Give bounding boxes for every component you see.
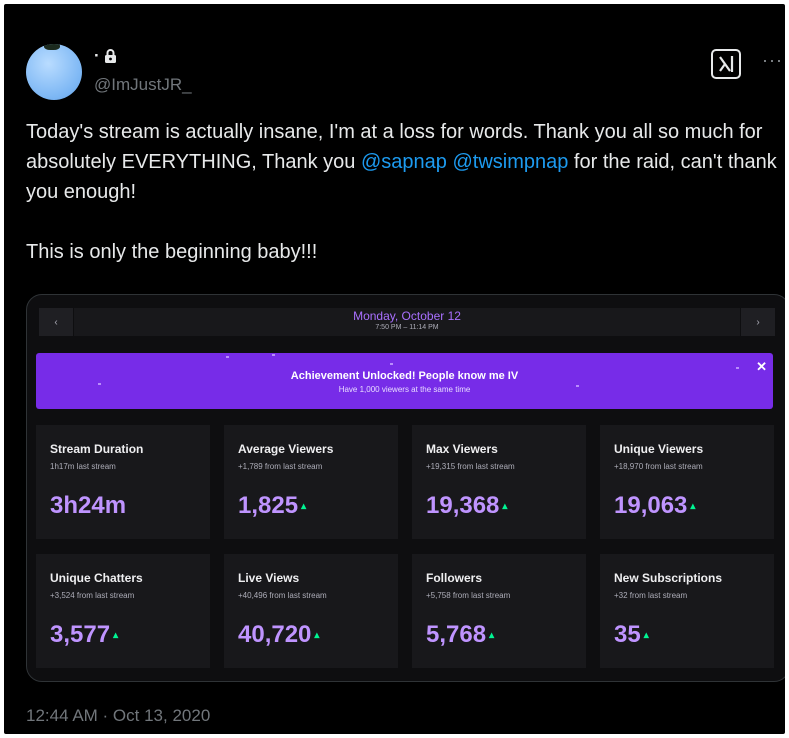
stats-grid: Stream Duration 1h17m last stream 3h24m … xyxy=(36,425,776,669)
stat-value-text: 19,063 xyxy=(614,492,688,519)
grok-icon[interactable] xyxy=(711,49,741,79)
trend-up-icon: ▴ xyxy=(643,630,649,642)
stat-sub: +19,315 from last stream xyxy=(426,462,515,471)
tweet-text-line2: This is only the beginning baby!!! xyxy=(26,241,318,263)
stat-value: 19,063 ▴ xyxy=(614,492,695,520)
trend-up-icon: ▴ xyxy=(489,630,495,642)
trend-up-icon: ▴ xyxy=(690,501,696,513)
stat-label: New Subscriptions xyxy=(614,571,723,585)
stat-value: 1,825 ▴ xyxy=(238,492,306,520)
date-bar: ‹ Monday, October 12 7:50 PM – 11:14 PM … xyxy=(39,308,775,336)
author-row: · xyxy=(94,46,117,66)
mention-link[interactable]: @twsimpnap xyxy=(452,151,568,173)
stat-value-text: 1,825 xyxy=(238,492,299,519)
date-title: Monday, October 12 xyxy=(353,309,461,323)
stat-label: Unique Chatters xyxy=(50,571,143,585)
next-day-button[interactable]: › xyxy=(741,308,775,336)
stat-value-text: 3h24m xyxy=(50,492,127,519)
stat-sub: +40,496 from last stream xyxy=(238,591,327,600)
stat-card: Unique Chatters +3,524 from last stream … xyxy=(36,554,210,668)
stat-card: Live Views +40,496 from last stream 40,7… xyxy=(224,554,398,668)
stat-card: Followers +5,758 from last stream 5,768 ▴ xyxy=(412,554,586,668)
stat-sub: +1,789 from last stream xyxy=(238,462,323,471)
achievement-banner: Achievement Unlocked! People know me IV … xyxy=(36,353,773,409)
tweet-text: Today's stream is actually insane, I'm a… xyxy=(26,117,785,267)
stat-sub: +18,970 from last stream xyxy=(614,462,703,471)
stat-card: Average Viewers +1,789 from last stream … xyxy=(224,425,398,539)
stat-sub: +32 from last stream xyxy=(614,591,688,600)
avatar-decoration xyxy=(44,44,60,50)
author-handle[interactable]: @ImJustJR_ xyxy=(94,75,192,95)
close-icon[interactable]: ✕ xyxy=(756,359,767,375)
stat-sub: +5,758 from last stream xyxy=(426,591,511,600)
lock-icon xyxy=(104,48,117,64)
trend-up-icon: ▴ xyxy=(502,501,508,513)
author-name[interactable]: · xyxy=(94,46,100,66)
stat-value: 40,720 ▴ xyxy=(238,621,319,649)
stat-card: New Subscriptions +32 from last stream 3… xyxy=(600,554,774,668)
stat-value-text: 5,768 xyxy=(426,621,487,648)
banner-subtitle: Have 1,000 viewers at the same time xyxy=(338,385,471,394)
stat-value-text: 35 xyxy=(614,621,641,648)
stat-sub: +3,524 from last stream xyxy=(50,591,135,600)
confetti-dot xyxy=(98,383,101,385)
confetti-dot xyxy=(226,356,229,358)
date-header: Monday, October 12 7:50 PM – 11:14 PM xyxy=(73,308,741,336)
trend-up-icon: ▴ xyxy=(301,501,307,513)
stat-value-text: 19,368 xyxy=(426,492,500,519)
more-icon[interactable]: ··· xyxy=(762,50,783,71)
banner-title: Achievement Unlocked! People know me IV xyxy=(290,370,519,382)
stat-card: Unique Viewers +18,970 from last stream … xyxy=(600,425,774,539)
confetti-dot xyxy=(736,367,739,369)
stat-label: Unique Viewers xyxy=(614,442,704,456)
stat-label: Stream Duration xyxy=(50,442,144,456)
stat-value-text: 40,720 xyxy=(238,621,312,648)
stat-value: 3,577 ▴ xyxy=(50,621,118,649)
avatar[interactable] xyxy=(26,44,82,100)
confetti-dot xyxy=(390,363,393,365)
stat-label: Max Viewers xyxy=(426,442,498,456)
stat-label: Average Viewers xyxy=(238,442,334,456)
stat-card: Max Viewers +19,315 from last stream 19,… xyxy=(412,425,586,539)
trend-up-icon: ▴ xyxy=(113,630,119,642)
tweet-card: · @ImJustJR_ ··· Today's stream is actua… xyxy=(4,4,785,734)
stat-value: 19,368 ▴ xyxy=(426,492,507,520)
stat-value: 3h24m xyxy=(50,492,126,520)
mention-link[interactable]: @sapnap xyxy=(361,151,447,173)
attached-image[interactable]: ‹ Monday, October 12 7:50 PM – 11:14 PM … xyxy=(26,294,785,682)
stat-card: Stream Duration 1h17m last stream 3h24m xyxy=(36,425,210,539)
prev-day-button[interactable]: ‹ xyxy=(39,308,73,336)
stat-value-text: 3,577 xyxy=(50,621,111,648)
stat-value: 35 ▴ xyxy=(614,621,649,649)
stat-sub: 1h17m last stream xyxy=(50,462,116,471)
stat-value: 5,768 ▴ xyxy=(426,621,494,649)
confetti-dot xyxy=(576,385,579,387)
trend-up-icon: ▴ xyxy=(314,630,320,642)
confetti-dot xyxy=(272,354,275,356)
stat-label: Followers xyxy=(426,571,483,585)
date-range: 7:50 PM – 11:14 PM xyxy=(375,324,439,331)
tweet-timestamp[interactable]: 12:44 AM · Oct 13, 2020 xyxy=(26,706,210,726)
stat-label: Live Views xyxy=(238,571,300,585)
